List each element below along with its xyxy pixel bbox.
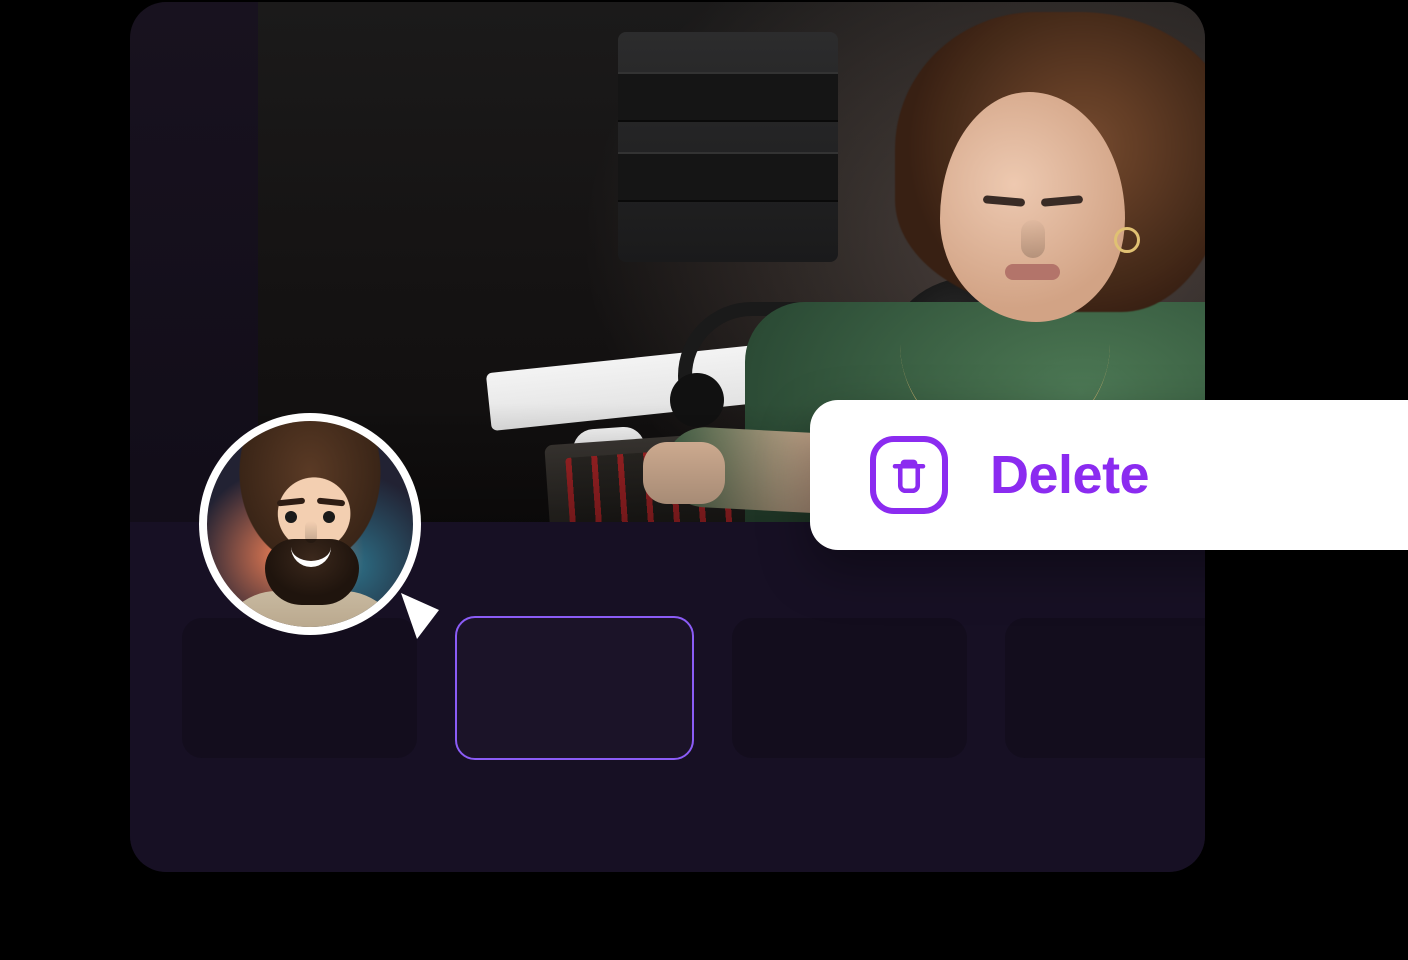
- pointer-triangle-icon: [398, 590, 442, 642]
- timeline-thumb[interactable]: [1005, 618, 1205, 758]
- stage: Delete: [0, 0, 1408, 960]
- delete-button[interactable]: Delete: [870, 436, 1149, 514]
- timeline-thumb[interactable]: [732, 618, 967, 758]
- timeline-thumb-selected[interactable]: [455, 616, 694, 760]
- delete-card: Delete: [810, 400, 1408, 550]
- comment-avatar[interactable]: [199, 413, 421, 635]
- delete-label: Delete: [990, 444, 1149, 506]
- avatar: [207, 421, 413, 627]
- avatar-ring: [199, 413, 421, 635]
- timeline-thumb[interactable]: [182, 618, 417, 758]
- trash-icon: [870, 436, 948, 514]
